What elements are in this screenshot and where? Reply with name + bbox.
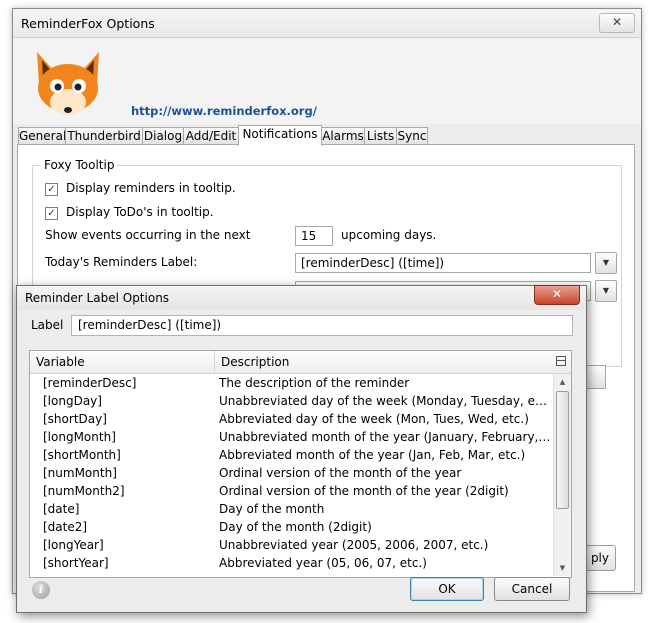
display-todos-label[interactable]: Display ToDo's in tooltip. [66,205,214,219]
todays-label-input[interactable]: [reminderDesc] ([time]) [295,253,591,273]
variable-cell: [shortDay] [43,412,107,426]
variable-cell: [date] [43,502,80,516]
table-row[interactable]: [shortDay] Abbreviated day of the week (M… [30,410,553,428]
window-title: ReminderFox Options [21,16,155,31]
variable-cell: [numMonth2] [43,484,125,498]
table-row[interactable]: [reminderDesc] The description of the rem… [30,374,553,392]
label-caption: Label [31,318,64,332]
options-header: http://www.reminderfox.org/ [13,38,641,124]
column-picker-icon[interactable] [556,356,566,366]
description-cell: Abbreviated month of the year (Jan, Feb,… [219,448,526,462]
description-cell: Unabbreviated day of the week (Monday, T… [219,394,551,408]
partially-hidden-button[interactable] [586,365,606,389]
fox-logo [37,52,99,115]
show-events-label: Show events occurring in the next [45,228,251,242]
description-cell: Ordinal version of the month of the year… [219,484,509,498]
description-cell: Ordinal version of the month of the year [219,466,462,480]
table-row[interactable]: [numMonth] Ordinal version of the month o… [30,464,553,482]
variable-cell: [date2] [43,520,88,534]
dialog-title: Reminder Label Options [25,291,170,305]
table-row[interactable]: [date] Day of the month [30,500,553,518]
column-header-variable[interactable]: Variable [30,351,215,373]
variable-cell: [reminderDesc] [43,376,137,390]
column-header-description[interactable]: Description [215,351,555,373]
scroll-down-icon[interactable]: ▼ [554,560,571,576]
tab-notifications[interactable]: Notifications [238,125,322,146]
table-row[interactable]: [shortMonth] Abbreviated month of the yea… [30,446,553,464]
description-cell: Day of the month [219,502,325,516]
days-suffix-label: upcoming days. [341,228,437,242]
dropdown-arrow-icon[interactable]: ▼ [595,280,617,302]
description-cell: Unabbreviated month of the year (January… [219,430,551,444]
table-row[interactable]: [date2] Day of the month (2digit) [30,518,553,536]
table-header: Variable Description [30,351,571,374]
cancel-button[interactable]: Cancel [494,577,570,601]
close-icon[interactable]: ✕ [534,285,580,305]
tab-add-edit[interactable]: Add/Edit [183,127,239,145]
dialog-titlebar[interactable]: Reminder Label Options ✕ [17,285,586,310]
todays-label-caption: Today's Reminders Label: [45,255,198,269]
tab-general[interactable]: General [18,127,66,145]
table-row[interactable]: [shortYear] Abbreviated year (05, 06, 07,… [30,554,553,572]
table-row[interactable]: [longYear] Unabbreviated year (2005, 2006… [30,536,553,554]
display-reminders-checkbox[interactable]: ✓ [45,183,58,196]
description-cell: Abbreviated year (05, 06, 07, etc.) [219,556,427,570]
tab-alarms[interactable]: Alarms [321,127,365,145]
info-icon[interactable]: i [32,581,50,599]
variables-table: Variable Description [reminderDesc] The d… [29,350,572,578]
variable-cell: [longDay] [43,394,102,408]
tab-thunderbird[interactable]: Thunderbird [65,127,143,145]
variable-cell: [shortYear] [43,556,109,570]
table-row[interactable]: [longMonth] Unabbreviated month of the ye… [30,428,553,446]
tab-dialog[interactable]: Dialog [142,127,184,145]
description-cell: Abbreviated day of the week (Mon, Tues, … [219,412,529,426]
variable-cell: [longYear] [43,538,104,552]
display-reminders-label[interactable]: Display reminders in tooltip. [66,181,236,195]
variable-cell: [numMonth] [43,466,117,480]
website-link[interactable]: http://www.reminderfox.org/ [131,104,317,118]
tab-sync[interactable]: Sync [396,127,428,145]
variable-cell: [shortMonth] [43,448,121,462]
options-titlebar[interactable]: ReminderFox Options ✕ [13,9,641,38]
table-body: [reminderDesc] The description of the rem… [30,374,553,572]
description-cell: Unabbreviated year (2005, 2006, 2007, et… [219,538,489,552]
table-row[interactable]: [numMonth2] Ordinal version of the month … [30,482,553,500]
label-input[interactable]: [reminderDesc] ([time]) [71,315,573,336]
scroll-thumb[interactable] [556,391,569,509]
table-row[interactable]: [longDay] Unabbreviated day of the week (… [30,392,553,410]
vertical-scrollbar[interactable]: ▲ ▼ [553,374,571,576]
display-todos-checkbox[interactable]: ✓ [45,207,58,220]
ok-button[interactable]: OK [410,577,484,601]
description-cell: The description of the reminder [219,376,410,390]
close-icon[interactable]: ✕ [599,13,635,33]
dropdown-arrow-icon[interactable]: ▼ [595,252,617,274]
tab-lists[interactable]: Lists [364,127,397,145]
description-cell: Day of the month (2digit) [219,520,372,534]
scroll-up-icon[interactable]: ▲ [554,374,571,390]
days-input[interactable]: 15 [295,226,333,246]
group-legend: Foxy Tooltip [41,158,118,172]
reminder-label-dialog: Reminder Label Options ✕ Label [reminder… [16,285,587,613]
variable-cell: [longMonth] [43,430,116,444]
